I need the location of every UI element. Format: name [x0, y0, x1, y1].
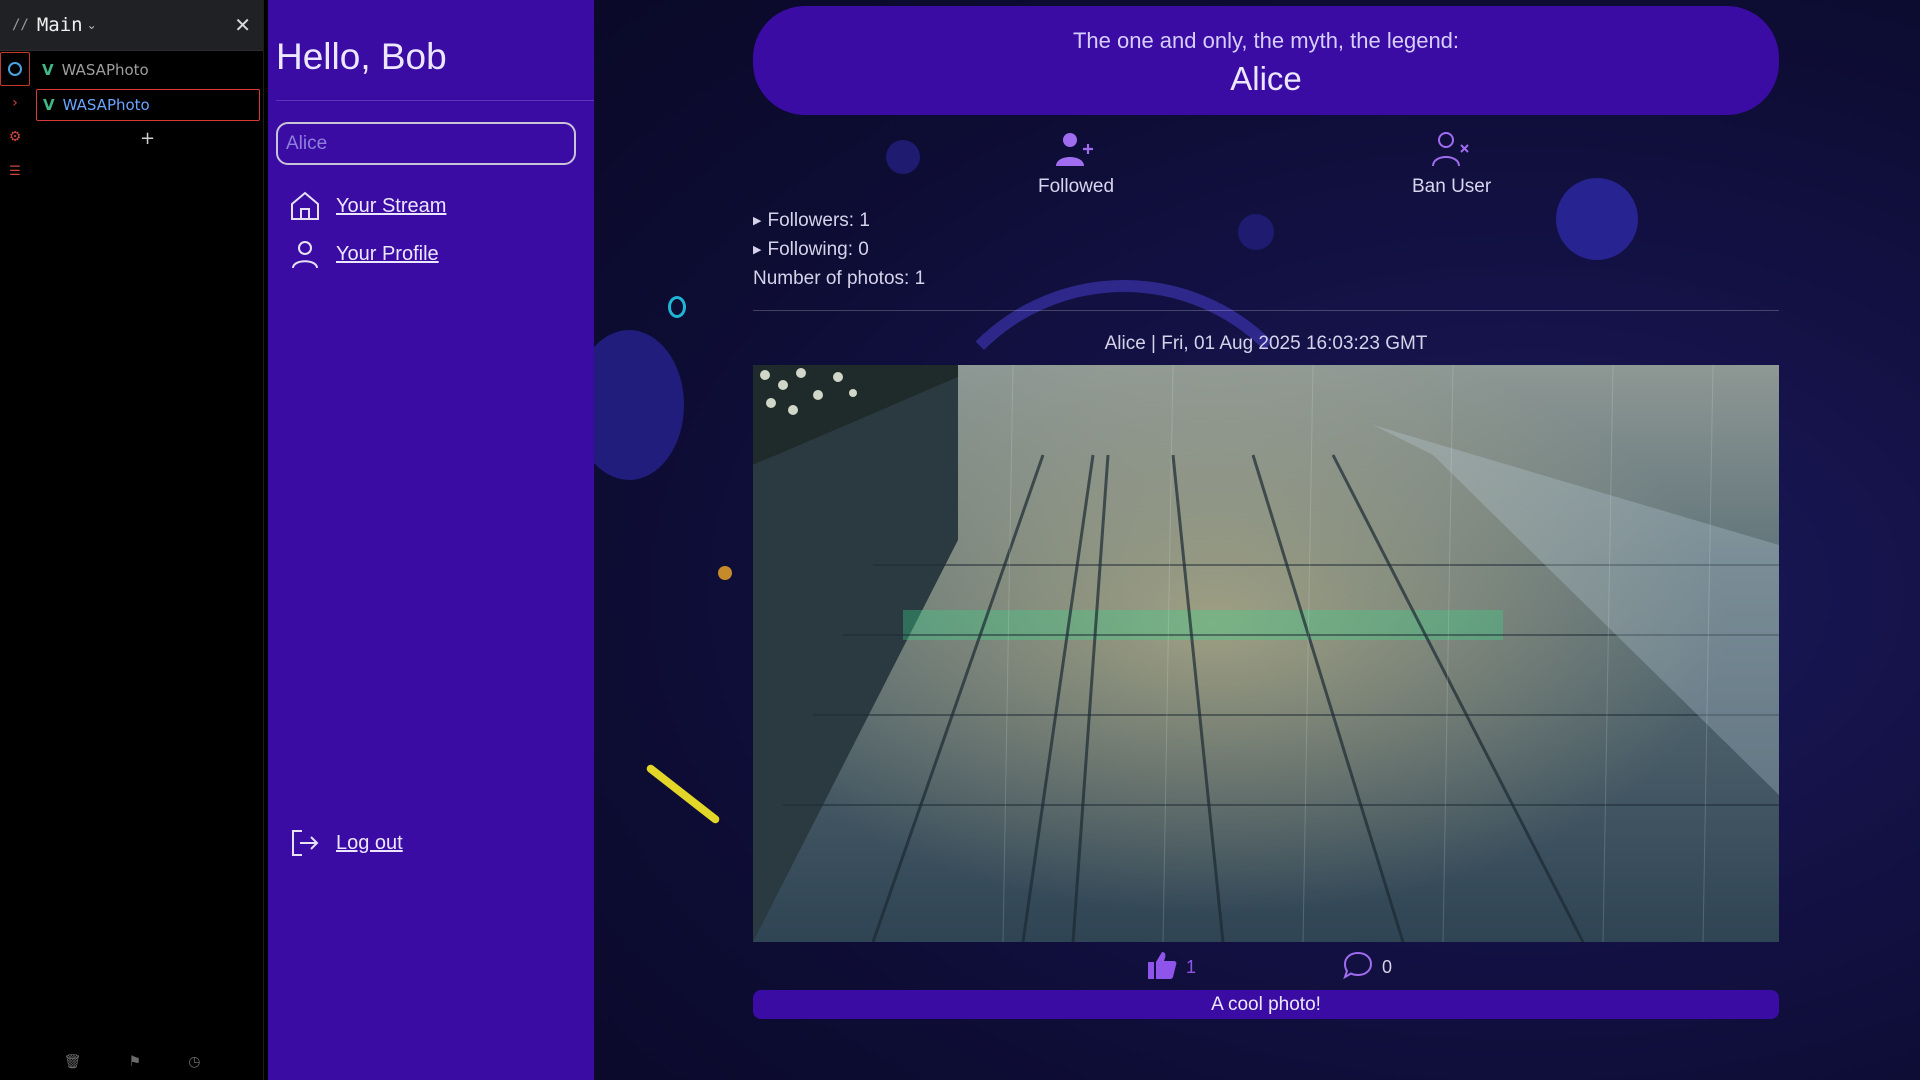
devtools-topbar: // Main ⌄ ✕ [0, 0, 263, 51]
nav-item-profile[interactable]: Your Profile [288, 237, 439, 271]
component-tree-item[interactable]: V WASAPhoto [36, 54, 260, 86]
background-bubble [1556, 178, 1638, 260]
component-tree-item-selected[interactable]: V WASAPhoto [36, 89, 260, 121]
devtools-rail: › ⚙ ☰ [0, 52, 30, 188]
background-streak [645, 763, 721, 825]
nav-link-stream[interactable]: Your Stream [336, 195, 446, 218]
post-caption: A cool photo! [753, 990, 1779, 1019]
thumbs-up-icon [1146, 950, 1178, 984]
trash-icon[interactable]: 🗑 [64, 1054, 82, 1070]
settings-tab[interactable]: ⚙ [0, 120, 30, 154]
background-dot [718, 566, 732, 580]
background-blob [594, 330, 684, 480]
nav-item-stream[interactable]: Your Stream [288, 189, 446, 223]
sidebar-divider [276, 100, 594, 101]
devtools-panel: // Main ⌄ ✕ › ⚙ ☰ V WASAPhoto V WASAPhot… [0, 0, 264, 1080]
devtools-bottom-bar: 🗑 ⚑ ◷ [0, 1054, 264, 1070]
component-tree-label: WASAPhoto [62, 96, 150, 114]
profile-divider [753, 310, 1779, 311]
timeline-tab[interactable]: ☰ [0, 154, 30, 188]
background-bubble [1238, 214, 1274, 250]
follow-label: Followed [1038, 176, 1115, 197]
followers-disclosure[interactable]: ▶ Followers: 1 [753, 206, 925, 235]
follow-button[interactable]: Followed [1038, 130, 1114, 198]
following-disclosure[interactable]: ▶ Following: 0 [753, 235, 925, 264]
user-x-icon [1430, 132, 1474, 174]
components-icon [8, 62, 22, 76]
devtools-title[interactable]: Main [37, 14, 83, 36]
post-meta: Alice | Fri, 01 Aug 2025 16:03:23 GMT [1104, 333, 1428, 354]
user-plus-icon [1054, 133, 1098, 174]
comment-icon [1342, 950, 1374, 984]
followers-count: Followers: 1 [767, 209, 870, 231]
nav-link-logout[interactable]: Log out [336, 832, 403, 855]
ban-user-button[interactable]: Ban User [1412, 130, 1491, 198]
photo-artwork [753, 365, 1779, 942]
vue-logo-icon: V [42, 61, 54, 79]
nav-link-profile[interactable]: Your Profile [336, 243, 439, 266]
expand-tab[interactable]: › [0, 86, 30, 120]
logout-icon [288, 826, 322, 860]
list-icon: ☰ [9, 163, 21, 179]
background-ring [668, 296, 686, 318]
menu-icon[interactable]: // [12, 17, 29, 33]
chevron-right-icon: › [12, 95, 18, 111]
ban-user-label: Ban User [1412, 176, 1492, 197]
gear-icon: ⚙ [8, 129, 22, 145]
like-count: 1 [1186, 956, 1197, 977]
profile-username: Alice [1230, 60, 1302, 97]
component-tree-label: WASAPhoto [61, 61, 149, 79]
post-photo[interactable] [753, 365, 1779, 942]
search-input[interactable] [276, 122, 576, 165]
add-icon[interactable]: + [140, 128, 155, 149]
home-icon [288, 189, 322, 223]
bookmark-icon[interactable]: ⚑ [128, 1054, 141, 1070]
chevron-down-icon[interactable]: ⌄ [87, 18, 97, 32]
components-tab[interactable] [0, 52, 30, 86]
following-count: Following: 0 [767, 238, 869, 260]
greeting-heading: Hello, Bob [276, 36, 447, 77]
main-content: The one and only, the myth, the legend: … [594, 0, 1920, 1080]
user-icon [288, 237, 322, 271]
nav-item-logout[interactable]: Log out [288, 826, 403, 860]
comment-count: 0 [1382, 956, 1393, 977]
vue-logo-icon: V [43, 96, 55, 114]
like-button[interactable]: 1 [1146, 950, 1196, 984]
close-icon[interactable]: ✕ [234, 13, 251, 37]
comment-button[interactable]: 0 [1342, 950, 1392, 984]
profile-tagline: The one and only, the myth, the legend: [1072, 28, 1460, 53]
background-bubble [886, 140, 920, 174]
photo-count: Number of photos: 1 [753, 267, 926, 289]
clock-icon[interactable]: ◷ [188, 1054, 200, 1070]
app-sidebar: Hello, Bob Your Stream Your Profile [268, 0, 594, 1080]
disclosure-triangle-icon: ▶ [753, 215, 762, 227]
disclosure-triangle-icon: ▶ [753, 244, 762, 256]
profile-header: The one and only, the myth, the legend: … [753, 6, 1779, 115]
profile-stats: ▶ Followers: 1 ▶ Following: 0 Number of … [753, 206, 925, 293]
